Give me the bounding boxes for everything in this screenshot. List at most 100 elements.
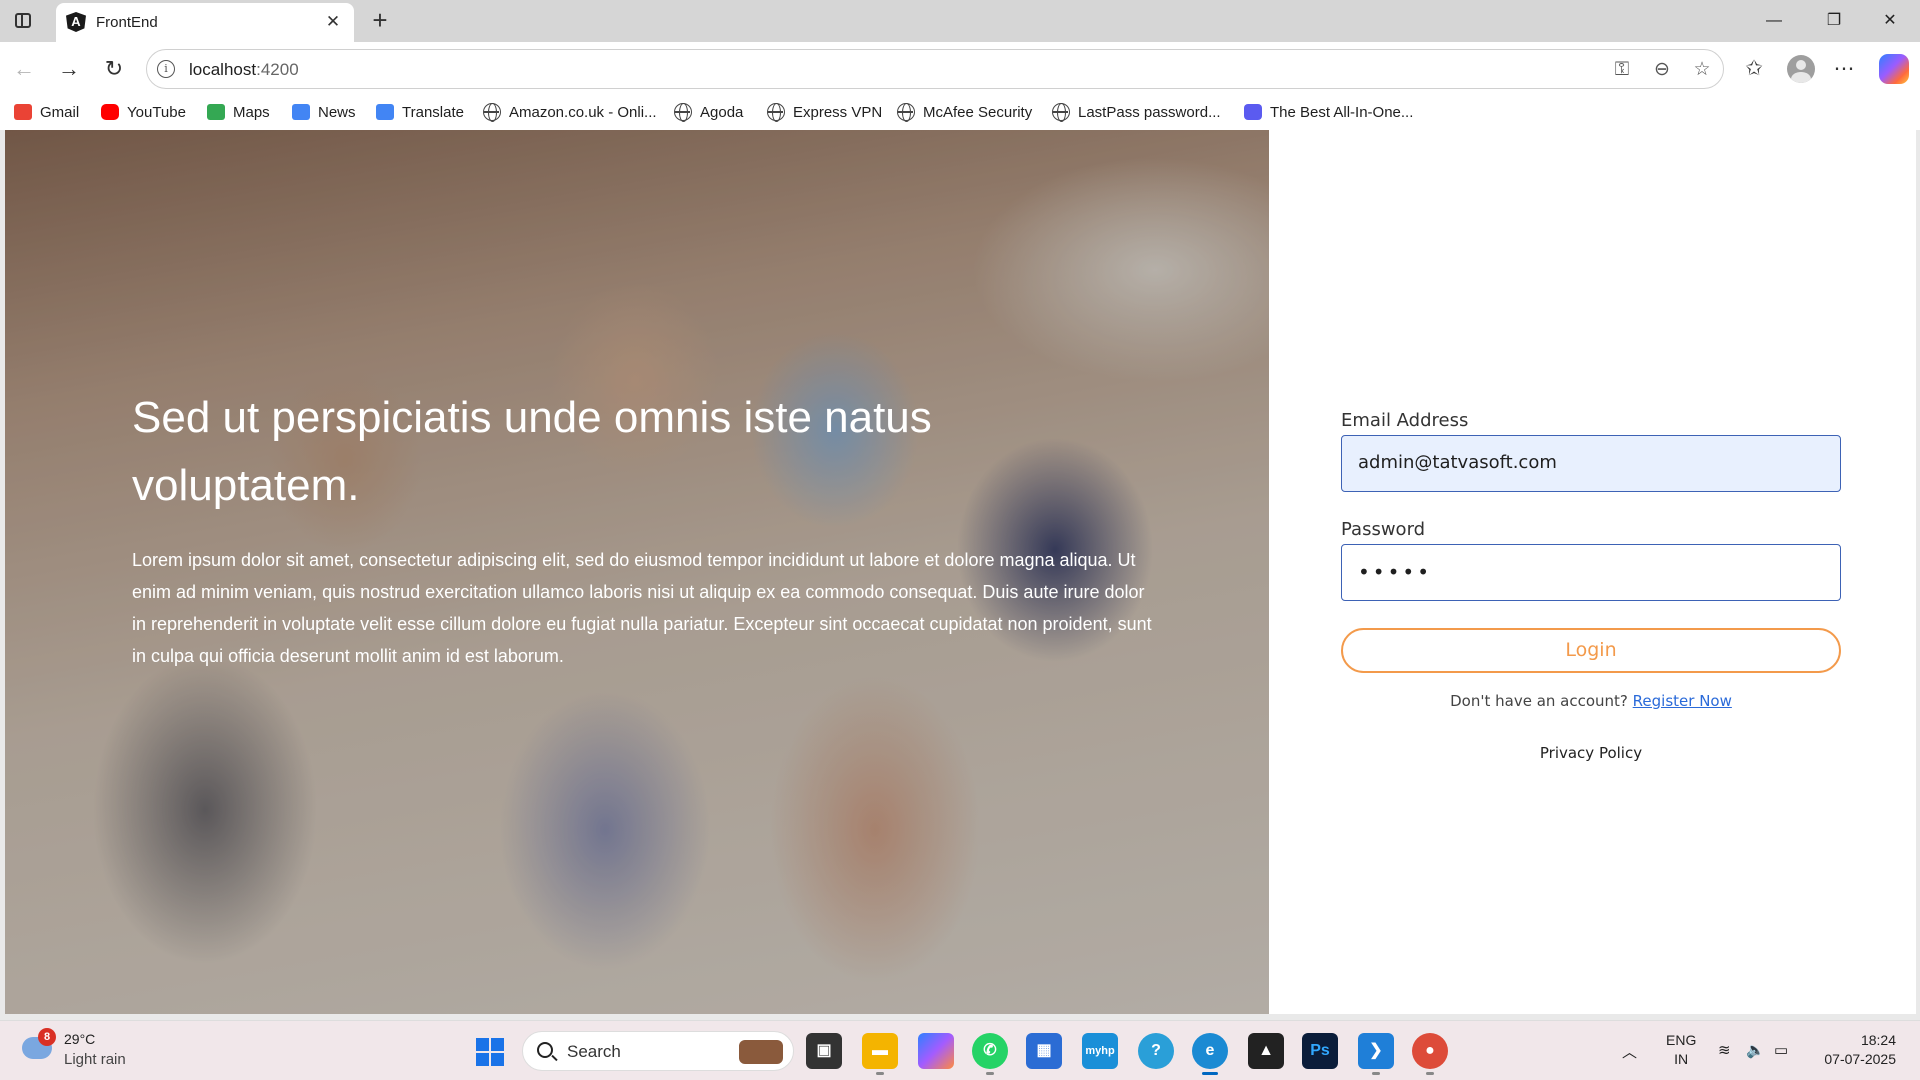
globe-icon xyxy=(674,103,692,122)
more-menu-icon[interactable]: ⋯ xyxy=(1828,53,1860,85)
password-label: Password xyxy=(1341,519,1426,540)
help-icon[interactable]: ? xyxy=(1138,1033,1174,1069)
app-icon xyxy=(1244,104,1262,120)
myhp-icon[interactable]: myhp xyxy=(1082,1033,1118,1069)
volume-icon[interactable]: 🔈 xyxy=(1746,1041,1765,1059)
bookmark-agoda[interactable]: Agoda xyxy=(674,102,743,124)
login-button[interactable]: Login xyxy=(1341,628,1841,673)
vscode-icon[interactable]: ❯ xyxy=(1358,1033,1394,1075)
windows-taskbar: 8 29°C Light rain Search ▣ ▬ ✆ ▦ myhp ? … xyxy=(0,1020,1920,1080)
tab-close-icon[interactable]: ✕ xyxy=(322,11,344,33)
bookmark-label: Agoda xyxy=(700,104,744,121)
register-prompt: Don't have an account? Register Now xyxy=(1341,692,1841,710)
password-field[interactable]: ••••• xyxy=(1341,544,1841,601)
reload-icon[interactable]: ↻ xyxy=(98,53,130,85)
site-info-icon[interactable]: i xyxy=(157,60,175,78)
bookmark-label: Amazon.co.uk - Onli... xyxy=(509,104,657,121)
login-form: Email Address admin@tatvasoft.com Passwo… xyxy=(1269,130,1916,1014)
bookmark-mcafee[interactable]: McAfee Security xyxy=(897,102,1032,124)
language-indicator[interactable]: ENG IN xyxy=(1666,1031,1696,1069)
bookmark-label: Maps xyxy=(233,104,270,121)
privacy-policy-link[interactable]: Privacy Policy xyxy=(1341,744,1841,762)
globe-icon xyxy=(897,103,915,122)
bookmarks-bar: Gmail YouTube Maps News Translate Amazon… xyxy=(0,96,1920,130)
youtube-icon xyxy=(101,104,119,120)
bookmark-label: Translate xyxy=(402,104,464,121)
photoshop-icon[interactable]: Ps xyxy=(1302,1033,1338,1069)
whatsapp-icon[interactable]: ✆ xyxy=(972,1033,1008,1075)
affinity-icon[interactable]: ▲ xyxy=(1248,1033,1284,1069)
search-icon xyxy=(537,1042,553,1058)
gmail-icon xyxy=(14,104,32,120)
bookmark-label: Gmail xyxy=(40,104,80,121)
hero-section: Sed ut perspiciatis unde omnis iste natu… xyxy=(5,130,1269,1014)
bookmark-youtube[interactable]: YouTube xyxy=(101,102,186,124)
file-explorer-icon[interactable]: ▬ xyxy=(862,1033,898,1075)
browser-toolbar: ← → ↻ i localhost:4200 ⚿ ⊖ ☆ ✩ ⋯ xyxy=(0,42,1920,96)
profile-avatar[interactable] xyxy=(1787,55,1815,83)
bookmark-news[interactable]: News xyxy=(292,102,356,124)
bookmark-label: The Best All-In-One... xyxy=(1270,104,1414,121)
bookmark-lastpass[interactable]: LastPass password... xyxy=(1052,102,1221,124)
globe-icon xyxy=(767,103,785,122)
tab-actions-icon[interactable] xyxy=(12,9,36,33)
copilot-app-icon[interactable] xyxy=(918,1033,954,1069)
bookmark-allinone[interactable]: The Best All-In-One... xyxy=(1244,102,1413,124)
tab-title: FrontEnd xyxy=(96,14,158,31)
bookmark-maps[interactable]: Maps xyxy=(207,102,270,124)
search-label: Search xyxy=(567,1042,621,1061)
bookmark-expressvpn[interactable]: Express VPN xyxy=(767,102,882,124)
microsoft-store-icon[interactable]: ▦ xyxy=(1026,1033,1062,1069)
forward-icon[interactable]: → xyxy=(53,53,85,85)
restore-icon[interactable]: ❐ xyxy=(1806,0,1862,42)
url-host: localhost xyxy=(189,60,257,79)
edge-icon[interactable]: e xyxy=(1192,1033,1228,1075)
close-window-icon[interactable]: ✕ xyxy=(1862,0,1918,42)
wifi-icon[interactable]: ≋ xyxy=(1718,1041,1731,1059)
globe-icon xyxy=(483,103,501,122)
task-view-icon[interactable]: ▣ xyxy=(806,1033,842,1069)
bookmark-label: LastPass password... xyxy=(1078,104,1221,121)
favorite-star-icon[interactable]: ☆ xyxy=(1689,57,1715,83)
email-label: Email Address xyxy=(1341,410,1469,431)
taskbar-search[interactable]: Search xyxy=(522,1031,794,1071)
new-tab-button[interactable]: + xyxy=(366,6,394,34)
bookmark-gmail[interactable]: Gmail xyxy=(14,102,79,124)
clock-date: 07-07-2025 xyxy=(1824,1051,1896,1067)
address-bar[interactable]: i localhost:4200 ⚿ ⊖ ☆ xyxy=(146,49,1724,89)
bookmark-label: Express VPN xyxy=(793,104,883,121)
language-code: ENG xyxy=(1666,1032,1697,1048)
register-now-link[interactable]: Register Now xyxy=(1633,692,1732,710)
clock-time: 18:24 xyxy=(1860,1032,1896,1048)
browser-tab[interactable]: A FrontEnd ✕ xyxy=(56,3,354,42)
bookmark-label: McAfee Security xyxy=(923,104,1033,121)
favorites-icon[interactable]: ✩ xyxy=(1738,53,1770,85)
minimize-icon[interactable]: — xyxy=(1746,0,1802,42)
maps-icon xyxy=(207,104,225,120)
url-text[interactable]: localhost:4200 xyxy=(189,60,299,80)
hero-title: Sed ut perspiciatis unde omnis iste natu… xyxy=(132,393,932,510)
weather-description[interactable]: Light rain xyxy=(64,1051,126,1068)
battery-icon[interactable]: ▭ xyxy=(1774,1041,1788,1059)
page-content: Sed ut perspiciatis unde omnis iste natu… xyxy=(5,130,1916,1014)
browser-titlebar: A FrontEnd ✕ + — ❐ ✕ xyxy=(0,0,1920,42)
back-icon[interactable]: ← xyxy=(8,53,40,85)
bookmark-translate[interactable]: Translate xyxy=(376,102,464,124)
password-key-icon[interactable]: ⚿ xyxy=(1609,57,1635,83)
globe-icon xyxy=(1052,103,1070,122)
news-icon xyxy=(292,104,310,120)
register-prompt-text: Don't have an account? xyxy=(1450,692,1633,710)
windows-start-icon[interactable] xyxy=(476,1038,504,1066)
url-port: :4200 xyxy=(256,60,299,79)
email-field[interactable]: admin@tatvasoft.com xyxy=(1341,435,1841,492)
weather-badge: 8 xyxy=(38,1028,56,1046)
language-region: IN xyxy=(1674,1051,1689,1067)
bookmark-amazon[interactable]: Amazon.co.uk - Onli... xyxy=(483,102,657,124)
copilot-icon[interactable] xyxy=(1879,54,1909,84)
angular-favicon-icon: A xyxy=(66,12,86,32)
chrome-icon[interactable]: ● xyxy=(1412,1033,1448,1075)
zoom-icon[interactable]: ⊖ xyxy=(1649,57,1675,83)
weather-temperature[interactable]: 29°C xyxy=(64,1031,95,1047)
system-clock[interactable]: 18:24 07-07-2025 xyxy=(1812,1031,1896,1069)
show-hidden-icons-chevron-icon[interactable]: ︿ xyxy=(1622,1041,1637,1062)
